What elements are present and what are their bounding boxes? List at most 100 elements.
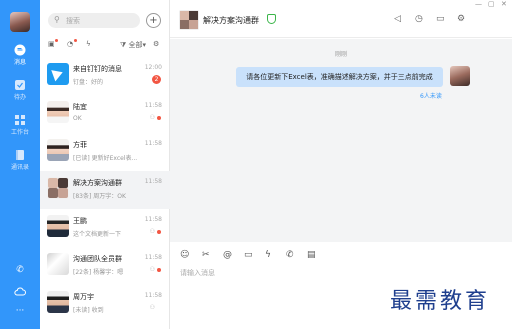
unread-dot — [74, 39, 77, 42]
unread-count-badge: 2 — [152, 75, 161, 84]
read-status-icon: ⚇ — [149, 228, 155, 235]
mention-icon[interactable]: @ — [223, 250, 232, 260]
conversation-row[interactable]: 沟通团队全员群 [22条] 杨馨宇：嗯 11:58 ⚇ — [40, 247, 170, 285]
conversation-name: 来自钉钉的消息 — [73, 65, 122, 73]
message-bubble[interactable]: 请各位更新下Excel表，准确描述解决方案，并于三点前完成 — [236, 67, 443, 87]
nav-item-todo[interactable]: 待办 — [0, 79, 40, 105]
composer-toolbar: ☺ ✂ @ ▭ ϟ ✆ ▤ — [170, 248, 512, 264]
mention-filter-icon[interactable]: ▣ — [48, 40, 55, 48]
chevron-down-icon: ▾ — [142, 41, 146, 49]
conversation-name: 解决方案沟通群 — [73, 179, 122, 187]
group-avatar — [47, 253, 69, 275]
avatar — [47, 215, 69, 237]
conversation-preview: [22条] 杨馨宇：嗯 — [73, 269, 124, 276]
message-area: 刚刚 请各位更新下Excel表，准确描述解决方案，并于三点前完成 6人未读 — [170, 39, 512, 242]
apps-grid-icon — [14, 114, 26, 126]
flash-filter-icon[interactable]: ϟ — [86, 40, 91, 48]
scissors-icon[interactable]: ✂ — [202, 250, 210, 260]
read-status-icon: ⚇ — [149, 266, 155, 273]
conversation-name: 沟通团队全员群 — [73, 255, 122, 263]
unread-dot — [55, 39, 58, 42]
read-status-icon: ⚇ — [149, 304, 155, 311]
nav-label: 消息 — [13, 59, 26, 66]
announcement-icon[interactable]: ◁ — [394, 14, 401, 24]
conversation-row[interactable]: 陆宜 OK 11:58 ⚇ — [40, 95, 170, 133]
avatar — [47, 101, 69, 123]
filter-bar: ▣ ◔ ϟ ⧩ 全部▾ ⚙ — [40, 38, 170, 52]
group-avatar — [47, 177, 69, 199]
conversation-time: 11:58 — [144, 140, 162, 147]
conversation-preview: [已读] 更新好Excel表... — [73, 155, 138, 162]
avatar[interactable] — [450, 66, 470, 86]
search-icon: ⚲ — [54, 15, 60, 24]
conversation-row[interactable]: 周万宇 [未读] 收到 11:58 ⚇ — [40, 285, 170, 323]
conversation-row[interactable]: 来自钉钉的消息 钉盘：好的 12:00 2 — [40, 57, 170, 95]
conversation-name: 王鹏 — [73, 217, 87, 225]
conversation-time: 11:58 — [144, 102, 162, 109]
nav-item-contacts[interactable]: 通讯录 — [0, 149, 40, 175]
emoji-icon[interactable]: ☺ — [180, 250, 189, 260]
nav-label: 待办 — [13, 94, 26, 101]
conversation-time: 11:58 — [144, 178, 162, 185]
watermark-text: 最需教育 — [390, 289, 491, 314]
conversation-preview: OK — [73, 115, 82, 122]
conversation-row[interactable]: 王鹏 这个文档更新一下 11:58 ⚇ — [40, 209, 170, 247]
conversation-preview: [未读] 收到 — [73, 307, 104, 314]
folder-upload-icon[interactable]: ▭ — [244, 250, 253, 260]
conversation-row[interactable]: 解决方案沟通群 [83条] 周万宇：OK 11:58 — [40, 171, 170, 209]
conversation-name: 陆宜 — [73, 103, 87, 111]
conversation-preview: 这个文档更新一下 — [73, 231, 122, 238]
checklist-icon — [14, 79, 26, 91]
history-clock-icon[interactable]: ◷ — [415, 14, 423, 24]
chat-panel: — ▢ ✕ 解决方案沟通群 ◁ ◷ ▭ ⚙ 刚刚 请各位更新下Excel表，准确… — [170, 0, 512, 329]
card-icon[interactable]: ▤ — [307, 250, 316, 260]
conversation-row[interactable]: 方菲 [已读] 更新好Excel表... 11:58 — [40, 133, 170, 171]
conversation-name: 方菲 — [73, 141, 87, 149]
nav-item-messages[interactable]: 消息 — [0, 44, 40, 70]
group-avatar[interactable] — [179, 10, 199, 30]
unread-receipt-link[interactable]: 6人未读 — [420, 91, 442, 100]
conversation-time: 11:58 — [144, 254, 162, 261]
bell-filter-icon[interactable]: ◔ — [67, 40, 73, 48]
add-button[interactable]: + — [146, 13, 161, 28]
more-icon[interactable]: ··· — [0, 306, 40, 316]
conversation-time: 11:58 — [144, 216, 162, 223]
phone-icon[interactable]: ✆ — [0, 265, 40, 275]
nav-item-workbench[interactable]: 工作台 — [0, 114, 40, 140]
nav-label: 工作台 — [10, 129, 29, 136]
search-input[interactable]: ⚲ 搜索 — [48, 13, 140, 28]
unread-dot — [157, 230, 161, 234]
conversation-preview: [83条] 周万宇：OK — [73, 193, 126, 200]
chat-bubble-icon — [14, 44, 26, 56]
shield-icon — [267, 14, 276, 24]
gear-icon[interactable]: ⚙ — [457, 14, 465, 24]
conversation-preview: 钉盘：好的 — [73, 79, 104, 86]
phone-icon[interactable]: ✆ — [286, 250, 294, 260]
nav-label: 通讯录 — [10, 164, 29, 171]
chat-header: 解决方案沟通群 ◁ ◷ ▭ ⚙ — [170, 0, 512, 38]
conversation-time: 11:58 — [144, 292, 162, 299]
avatar — [47, 139, 69, 161]
timestamp-label: 刚刚 — [334, 51, 347, 58]
message-input[interactable]: 请输入消息 — [180, 268, 215, 278]
cloud-icon[interactable] — [0, 286, 40, 299]
gear-icon[interactable]: ⚙ — [153, 40, 159, 48]
conversation-time: 12:00 — [144, 64, 162, 71]
filter-all-label: 全部 — [128, 41, 143, 49]
filter-all-dropdown[interactable]: ⧩ 全部▾ — [120, 40, 146, 50]
chat-title: 解决方案沟通群 — [203, 16, 259, 25]
conversation-name: 周万宇 — [73, 293, 94, 301]
avatar — [47, 291, 69, 313]
dingtalk-avatar-icon — [47, 63, 69, 85]
conversation-list-panel: ⚲ 搜索 + ▣ ◔ ϟ ⧩ 全部▾ ⚙ 来自钉钉的消息 钉盘：好的 12:00… — [40, 0, 170, 329]
filter-icon: ⧩ — [120, 41, 127, 49]
unread-dot — [157, 116, 161, 120]
search-placeholder: 搜索 — [66, 17, 80, 25]
unread-dot — [157, 268, 161, 272]
flash-icon[interactable]: ϟ — [265, 250, 271, 260]
folder-icon[interactable]: ▭ — [436, 14, 445, 24]
read-status-icon: ⚇ — [149, 114, 155, 121]
left-nav: 消息 待办 工作台 通讯录 ✆ ··· — [0, 0, 40, 329]
contacts-book-icon — [14, 149, 26, 161]
user-avatar[interactable] — [10, 12, 30, 32]
